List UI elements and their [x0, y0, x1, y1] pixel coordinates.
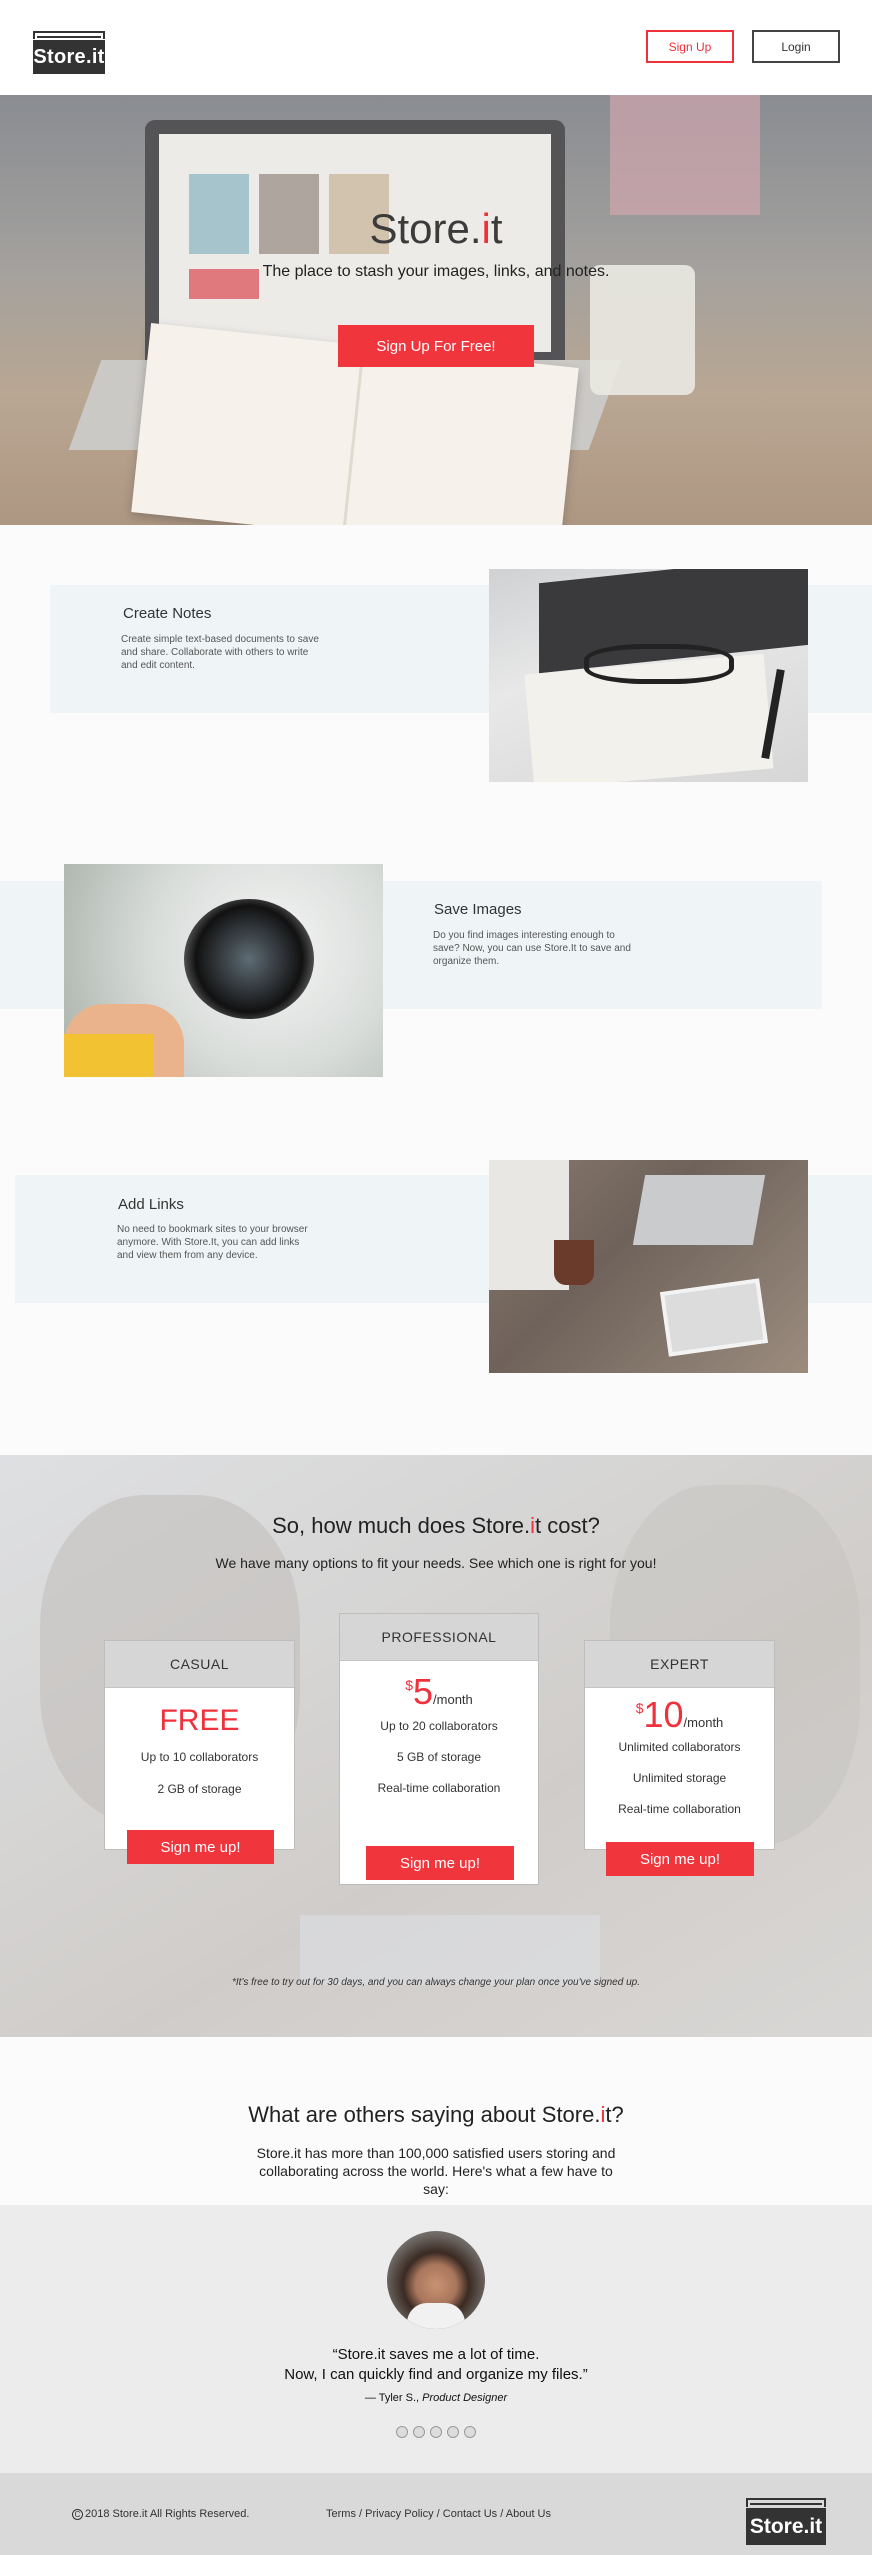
- site-header: Store.it Sign Up Login: [0, 0, 872, 95]
- logo-stack-icon: [33, 31, 105, 39]
- testimonials-subtitle: Store.it has more than 100,000 satisfied…: [256, 2145, 616, 2197]
- professional-signup-button[interactable]: Sign me up!: [366, 1846, 514, 1880]
- feature-links-title: Add Links: [118, 1196, 184, 1213]
- hero-signup-free-button[interactable]: Sign Up For Free!: [338, 325, 534, 367]
- footer-link-terms[interactable]: Terms: [326, 2508, 356, 2520]
- plan-name: PROFESSIONAL: [340, 1614, 538, 1661]
- plan-feature: 2 GB of storage: [157, 1782, 242, 1796]
- testimonial-avatar: [387, 2231, 485, 2329]
- casual-signup-button[interactable]: Sign me up!: [127, 1830, 274, 1864]
- pricing-subtitle: We have many options to fit your needs. …: [215, 1555, 657, 1571]
- plan-feature: Up to 10 collaborators: [140, 1750, 259, 1764]
- footer-link-about[interactable]: About Us: [506, 2508, 551, 2520]
- pricing-section: So, how much does Store.it cost? We have…: [0, 1455, 872, 2037]
- plan-feature: Unlimited collaborators: [618, 1740, 741, 1754]
- plan-card-casual: CASUAL FREE Up to 10 collaborators 2 GB …: [104, 1640, 295, 1864]
- carousel-dot[interactable]: [413, 2426, 425, 2438]
- footer-link-privacy[interactable]: Privacy Policy: [365, 2508, 433, 2520]
- hero-section: Store.it The place to stash your images,…: [0, 95, 872, 525]
- pricing-trial-note: *It's free to try out for 30 days, and y…: [232, 1977, 640, 1988]
- notes-photo: [489, 569, 808, 782]
- plan-card-professional: PROFESSIONAL $5/month Up to 20 collabora…: [339, 1613, 539, 1885]
- plan-feature: 5 GB of storage: [396, 1750, 482, 1764]
- plan-name: EXPERT: [585, 1641, 774, 1688]
- feature-notes-title: Create Notes: [123, 605, 212, 622]
- plan-price: $10/month: [635, 1694, 724, 1735]
- plan-price: FREE: [159, 1704, 240, 1737]
- footer-link-contact[interactable]: Contact Us: [443, 2508, 497, 2520]
- feature-links-text: No need to bookmark sites to your browse…: [117, 1224, 308, 1261]
- pricing-title: So, how much does Store.it cost?: [272, 1513, 600, 1538]
- carousel-dot[interactable]: [396, 2426, 408, 2438]
- testimonial-carousel: “Store.it saves me a lot of time. Now, I…: [0, 2205, 872, 2473]
- footer-logo-text: Store.it: [746, 2508, 826, 2545]
- footer-links: Terms / Privacy Policy / Contact Us / Ab…: [326, 2508, 551, 2520]
- testimonials-title: What are others saying about Store.it?: [248, 2102, 624, 2127]
- plan-price: $5/month: [405, 1671, 473, 1712]
- footer-logo[interactable]: Store.it: [746, 2498, 826, 2545]
- plan-feature: Unlimited storage: [632, 1771, 727, 1785]
- cafe-devices-photo: [489, 1160, 808, 1373]
- testimonial-quote: “Store.it saves me a lot of time. Now, I…: [284, 2346, 588, 2383]
- signup-button[interactable]: Sign Up: [646, 30, 734, 63]
- copyright: C 2018 Store.it All Rights Reserved.: [72, 2508, 249, 2520]
- feature-notes-text: Create simple text-based documents to sa…: [121, 634, 319, 671]
- plan-feature: Real-time collaboration: [377, 1781, 501, 1795]
- logo-text: Store.it: [33, 40, 105, 74]
- logo-stack-icon: [746, 2498, 826, 2507]
- camera-lens-photo: [64, 864, 383, 1077]
- feature-images-text: Do you find images interesting enough to…: [433, 930, 631, 967]
- testimonial-author: — Tyler S., Product Designer: [364, 2392, 508, 2404]
- carousel-dot[interactable]: [447, 2426, 459, 2438]
- site-footer: C 2018 Store.it All Rights Reserved. Term…: [0, 2473, 872, 2555]
- hero-title: Store.it: [369, 205, 503, 252]
- store-it-logo[interactable]: Store.it: [33, 31, 105, 74]
- carousel-dot[interactable]: [464, 2426, 476, 2438]
- plan-name: CASUAL: [105, 1641, 294, 1688]
- plan-card-expert: EXPERT $10/month Unlimited collaborators…: [584, 1640, 775, 1876]
- login-button[interactable]: Login: [752, 30, 840, 63]
- feature-images-title: Save Images: [434, 901, 522, 918]
- hero-tagline: The place to stash your images, links, a…: [262, 263, 610, 280]
- copyright-icon: C: [72, 2509, 83, 2520]
- expert-signup-button[interactable]: Sign me up!: [606, 1842, 754, 1876]
- carousel-dots: [0, 2426, 872, 2438]
- plan-feature: Real-time collaboration: [618, 1802, 741, 1816]
- plan-feature: Up to 20 collaborators: [380, 1719, 498, 1733]
- carousel-dot[interactable]: [430, 2426, 442, 2438]
